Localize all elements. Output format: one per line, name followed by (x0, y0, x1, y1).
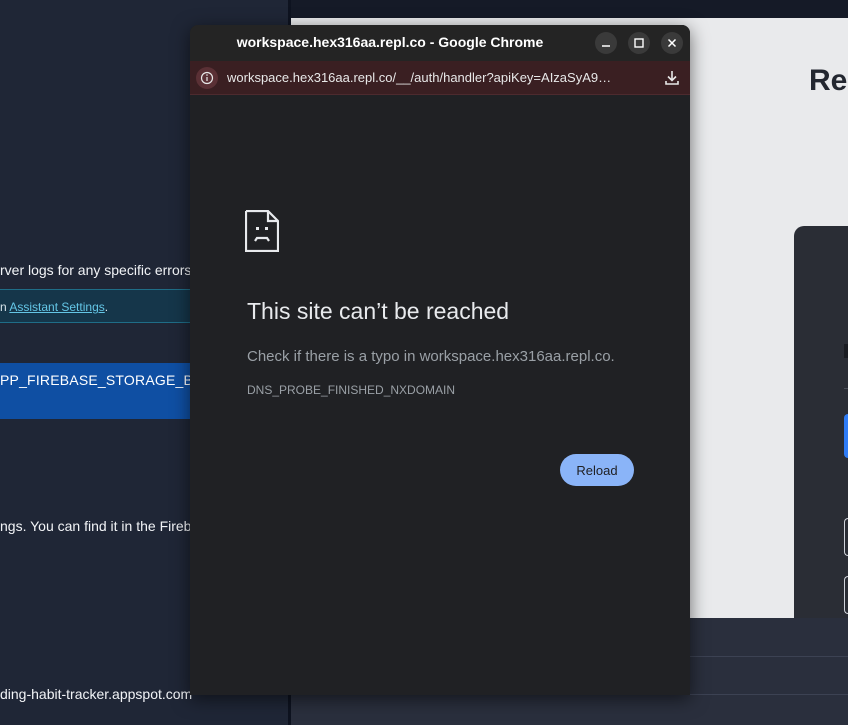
preview-modal-card (794, 226, 848, 618)
minimize-button[interactable] (595, 32, 617, 54)
assistant-message-find: ngs. You can find it in the Fireb (0, 518, 192, 534)
reload-button[interactable]: Reload (560, 454, 634, 486)
window-title: workspace.hex316aa.repl.co - Google Chro… (236, 34, 544, 50)
error-description: Check if there is a typo in workspace.he… (247, 348, 615, 365)
modal-label-fragment (844, 344, 848, 358)
address-url[interactable]: workspace.hex316aa.repl.co/__/auth/handl… (227, 70, 637, 85)
modal-divider (844, 388, 848, 389)
download-button[interactable] (662, 68, 682, 88)
download-icon (665, 71, 679, 85)
assistant-message-logs: rver logs for any specific errors (0, 262, 192, 278)
error-title: This site can’t be reached (247, 298, 510, 324)
address-bar: workspace.hex316aa.repl.co/__/auth/handl… (190, 61, 690, 95)
site-info-button[interactable] (196, 67, 218, 89)
maximize-button[interactable] (628, 32, 650, 54)
modal-input-field[interactable] (844, 518, 848, 556)
preview-heading: Re (809, 64, 848, 97)
error-code: DNS_PROBE_FINISHED_NXDOMAIN (247, 383, 456, 397)
modal-input-field[interactable] (844, 576, 848, 614)
minimize-icon (602, 45, 610, 47)
settings-suffix: . (104, 300, 109, 314)
sad-page-icon (245, 210, 279, 252)
assistant-settings-notice-text: n Assistant Settings. (0, 300, 108, 314)
info-icon (200, 71, 214, 85)
maximize-icon (634, 38, 644, 48)
close-button[interactable] (661, 32, 683, 54)
chrome-popup-window: workspace.hex316aa.repl.co - Google Chro… (190, 25, 690, 695)
assistant-message-bucket: ding-habit-tracker.appspot.com (0, 686, 193, 702)
assistant-settings-link[interactable]: Assistant Settings (9, 300, 104, 314)
window-titlebar[interactable]: workspace.hex316aa.repl.co - Google Chro… (190, 25, 690, 61)
modal-primary-button[interactable] (844, 414, 848, 458)
preview-topbar (291, 0, 848, 18)
close-icon (667, 38, 677, 48)
settings-prefix: n (0, 300, 10, 314)
error-page: This site can’t be reached Check if ther… (190, 95, 690, 695)
